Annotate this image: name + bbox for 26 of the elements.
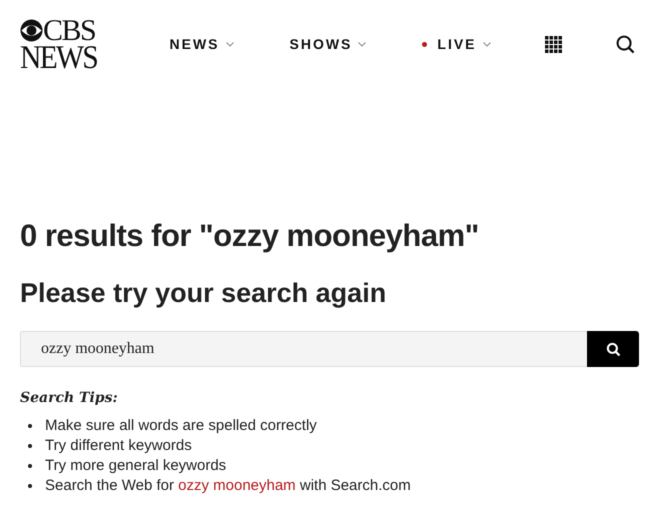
tip-text: Search the Web for ozzy mooneyham with Search.com	[45, 476, 411, 496]
bullet-icon	[28, 484, 32, 488]
nav-link[interactable]: NEWS	[170, 36, 234, 52]
search-icon[interactable]	[616, 34, 635, 54]
search-link[interactable]: ozzy mooneyham	[178, 477, 296, 494]
subheading: Please try your search again	[20, 278, 388, 309]
chevron-down-icon	[226, 42, 234, 46]
chevron-down-icon	[358, 42, 366, 46]
tip-text: Try different keywords	[45, 436, 192, 456]
nav-link[interactable]: SHOWS	[290, 36, 366, 52]
tip-text: Try more general keywords	[45, 456, 226, 476]
search-icon	[606, 342, 620, 356]
logo-text: NEWS	[20, 44, 97, 72]
eye-icon	[20, 19, 43, 42]
search-button[interactable]	[587, 331, 639, 367]
nav-link[interactable]: LIVE	[422, 36, 491, 52]
logo-text: CBS	[43, 18, 96, 44]
search-field[interactable]: ozzy mooneyham	[20, 331, 587, 367]
bullet-icon	[28, 464, 32, 468]
grid-icon[interactable]	[544, 36, 562, 52]
tips-title: Search Tips:	[20, 390, 119, 406]
tip-text: Make sure all words are spelled correctly	[45, 416, 317, 436]
bullet-icon	[28, 444, 32, 448]
bullet-icon	[28, 424, 32, 428]
chevron-down-icon	[482, 42, 491, 46]
results-heading: 0 results for "ozzy mooneyham"	[20, 218, 480, 254]
